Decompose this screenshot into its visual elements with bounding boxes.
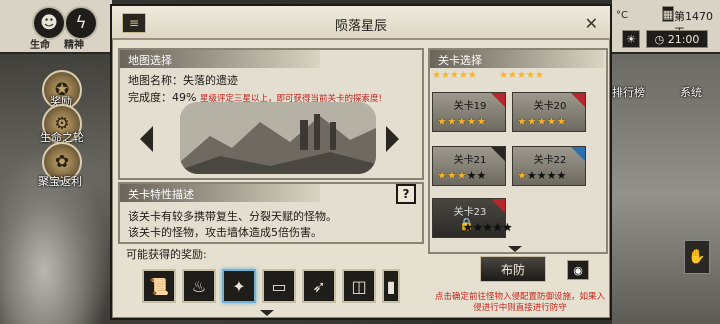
deploy-button[interactable]: 布防 [480, 256, 546, 282]
temperature-unit: °C [616, 10, 628, 21]
level-card-22[interactable]: 关卡22 ★★★★★ [512, 146, 586, 186]
level-stars: ★★★★★ [437, 169, 487, 182]
prev-map-arrow-icon[interactable] [140, 126, 153, 152]
item-icon[interactable]: ▮ [382, 269, 400, 303]
level-select-dialog: ≡ 陨落星辰 ✕ 地图选择 地图名称：失落的遗迹 完成度：49% 星级评定三星以… [110, 4, 612, 320]
stone-icon[interactable]: ◫ [342, 269, 376, 303]
level-name: 关卡22 [533, 155, 567, 166]
next-map-arrow-icon[interactable] [386, 126, 399, 152]
side-treasure-label: 聚宝返利 [38, 175, 82, 188]
spirit-icon[interactable]: ϟ [64, 6, 98, 40]
scroll-down-icon[interactable] [260, 310, 274, 316]
hud-left: ☻ ϟ 生命 精神 [0, 0, 112, 54]
time-text: 21:00 [667, 32, 700, 46]
help-button[interactable]: ? [396, 184, 416, 204]
hud-right: °C ▦ 第1470天 ☀ ◷ 21:00 [612, 0, 720, 54]
map-name: 失落的遗迹 [183, 74, 238, 87]
hand-icon[interactable]: ✋ [684, 240, 710, 274]
level-scroll-down-icon[interactable] [508, 246, 522, 252]
map-preview-image [180, 102, 376, 174]
level-stars: ★★★★★ [463, 221, 513, 234]
life-icon[interactable]: ☻ [32, 6, 66, 40]
feature-panel: 关卡特性描述 该关卡有较多携带复生、分裂天赋的怪物。 该关卡的怪物，攻击墙体造成… [118, 182, 424, 244]
scroll-icon[interactable]: 📜 [142, 269, 176, 303]
spirit-label: 精神 [64, 40, 84, 51]
completion-label: 完成度： [128, 91, 172, 104]
level-name: 关卡20 [533, 101, 567, 112]
level-stars: ★★★★★ [437, 115, 487, 128]
map-name-label: 地图名称： [128, 74, 183, 87]
deploy-note: 点击确定前往怪物入侵配置防御设施，如果入侵进行中则直接进行防守 [434, 292, 605, 313]
board-icon[interactable]: ▭ [262, 269, 296, 303]
map-name-row: 地图名称：失落的遗迹 [128, 72, 238, 88]
level-card-23[interactable]: 关卡23 🔒 ★★★★★ [432, 198, 512, 238]
level-stars: ★★★★★ [517, 115, 567, 128]
dialog-title: 陨落星辰 [334, 19, 387, 34]
level-name: 关卡19 [453, 101, 487, 112]
calendar-icon: ▦ [662, 6, 674, 22]
sun-icon: ☀ [622, 30, 640, 48]
clock-display: ◷ 21:00 [646, 30, 708, 48]
feather-icon[interactable]: ➶ [302, 269, 336, 303]
system-button[interactable]: 系统 [680, 84, 702, 100]
rewards-label: 可能获得的奖励: [126, 248, 207, 261]
eye-icon[interactable]: ◉ [567, 260, 589, 280]
level-card-21[interactable]: 关卡21 ★★★★★ [432, 146, 506, 186]
level-section-header: 关卡选择 [430, 50, 604, 68]
clock-icon: ◷ [654, 32, 665, 46]
leaderboard-button[interactable]: 排行榜 [612, 84, 645, 100]
dialog-header: ≡ 陨落星辰 ✕ [112, 6, 610, 40]
feature-line-2: 该关卡的怪物，攻击墙体造成5倍伤害。 [128, 226, 322, 239]
life-label: 生命 [30, 40, 50, 51]
bag-icon[interactable]: ♨ [182, 269, 216, 303]
close-icon[interactable]: ✕ [562, 14, 598, 33]
level-stars: ★★★★★ [517, 169, 567, 182]
level-name: 关卡21 [453, 155, 487, 166]
level-name: 关卡23 [453, 207, 487, 218]
shuriken-icon[interactable]: ✦ [222, 269, 256, 303]
feature-line-1: 该关卡有较多携带复生、分裂天赋的怪物。 [128, 210, 337, 223]
level-card-19[interactable]: 关卡19 ★★★★★ [432, 92, 506, 132]
level-card-20[interactable]: 关卡20 ★★★★★ [512, 92, 586, 132]
map-section-header: 地图选择 [120, 50, 320, 68]
feature-section-header: 关卡特性描述 [120, 184, 320, 202]
prev-level-stars: ★★★★★ ★★★★★ [432, 70, 544, 81]
